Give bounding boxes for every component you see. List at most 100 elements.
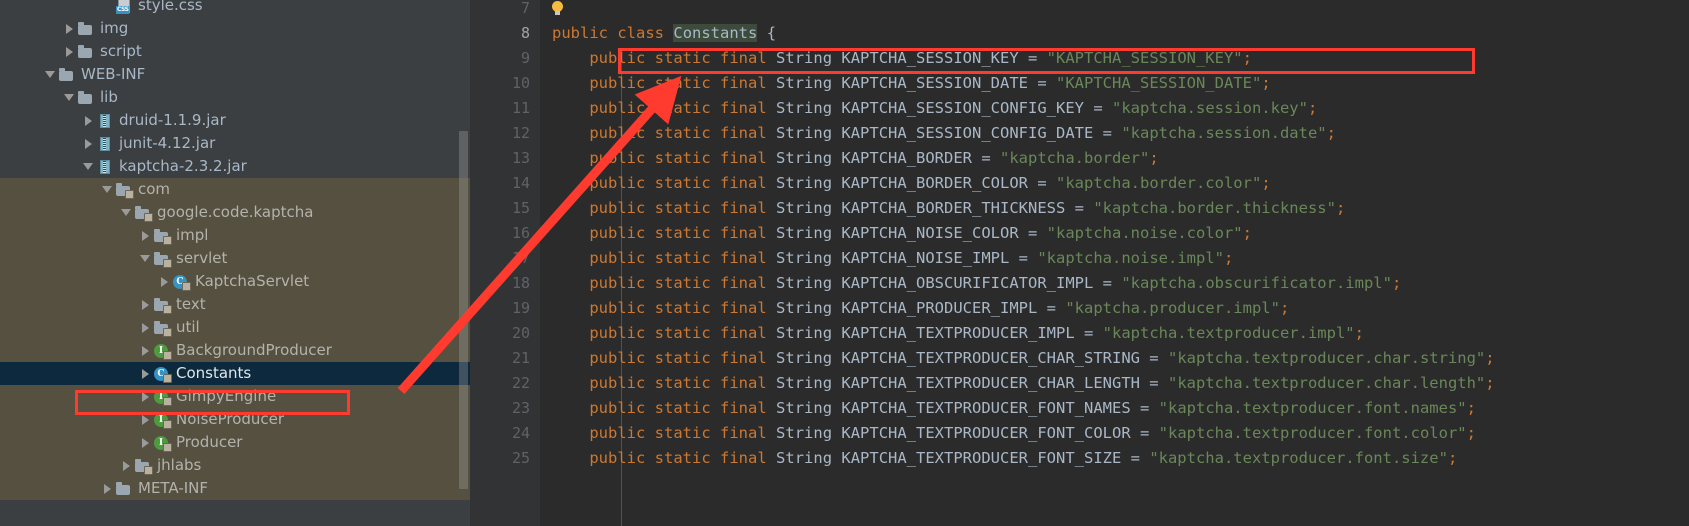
chevron-down-icon[interactable]	[44, 63, 58, 86]
code-line[interactable]: public static final String KAPTCHA_NOISE…	[552, 221, 1252, 246]
line-number: 8	[520, 24, 530, 42]
code-token: static	[654, 324, 711, 342]
code-token: String	[776, 99, 833, 117]
tree-item-util[interactable]: util	[0, 316, 470, 339]
code-token: ;	[1485, 374, 1495, 392]
code-token: ;	[1279, 299, 1290, 317]
tree-item-backgroundproducer[interactable]: BackgroundProducer	[0, 339, 470, 362]
code-token: public	[589, 349, 646, 367]
chevron-right-icon[interactable]	[63, 40, 77, 63]
code-token: String	[776, 74, 833, 92]
tree-item-junit-4-12-jar[interactable]: junit-4.12.jar	[0, 132, 470, 155]
chevron-right-icon[interactable]	[139, 316, 153, 339]
tree-item-constants[interactable]: Constants	[0, 362, 470, 385]
code-line[interactable]: public static final String KAPTCHA_BORDE…	[552, 146, 1159, 171]
chevron-right-icon[interactable]	[139, 224, 153, 247]
interface-icon	[153, 412, 172, 429]
lock-badge-icon	[144, 465, 153, 475]
tree-item-gimpyengine[interactable]: GimpyEngine	[0, 385, 470, 408]
chevron-down-icon[interactable]	[101, 178, 115, 201]
chevron-right-icon[interactable]	[139, 293, 153, 316]
code-token: final	[720, 349, 767, 367]
chevron-right-icon[interactable]	[139, 362, 153, 385]
code-token: ;	[1335, 199, 1346, 217]
chevron-right-icon[interactable]	[82, 132, 96, 155]
tree-item-servlet[interactable]: servlet	[0, 247, 470, 270]
chevron-right-icon[interactable]	[139, 431, 153, 454]
code-token: static	[654, 249, 711, 267]
code-token: final	[720, 124, 767, 142]
code-editor[interactable]: 7 8 9 10 11 12 13 14 15 16 17 18 19 20 21 22 23 24 25 publ…	[470, 0, 1689, 526]
code-line[interactable]: public class Constants {	[552, 21, 776, 46]
chevron-right-icon[interactable]	[101, 477, 115, 500]
tree-item-noiseproducer[interactable]: NoiseProducer	[0, 408, 470, 431]
code-line[interactable]: public static final String KAPTCHA_BORDE…	[552, 196, 1345, 221]
code-token: final	[720, 324, 767, 342]
code-token: "kaptcha.textproducer.font.size"	[1149, 449, 1448, 467]
lock-badge-icon	[163, 442, 172, 452]
code-token: String	[776, 349, 833, 367]
code-line[interactable]: public static final String KAPTCHA_TEXTP…	[552, 446, 1457, 471]
code-token: public	[589, 49, 646, 67]
code-line[interactable]: public static final String KAPTCHA_PRODU…	[552, 296, 1289, 321]
tree-item-google-code-kaptcha[interactable]: google.code.kaptcha	[0, 201, 470, 224]
tree-item-jhlabs[interactable]: jhlabs	[0, 454, 470, 477]
code-line[interactable]: public static final String KAPTCHA_SESSI…	[552, 121, 1336, 146]
code-token: static	[654, 399, 711, 417]
project-tree-panel[interactable]: style.css img script WEB-INF libdruid-1.1.9.…	[0, 0, 470, 526]
tree-item-druid-1-1-9-jar[interactable]: druid-1.1.9.jar	[0, 109, 470, 132]
chevron-down-icon[interactable]	[139, 247, 153, 270]
tree-item-text[interactable]: text	[0, 293, 470, 316]
tree-item-lib[interactable]: lib	[0, 86, 470, 109]
tree-item-script[interactable]: script	[0, 40, 470, 63]
code-token: ;	[1242, 224, 1252, 242]
tree-item-web-inf[interactable]: WEB-INF	[0, 63, 470, 86]
chevron-right-icon[interactable]	[63, 17, 77, 40]
chevron-right-icon[interactable]	[120, 454, 134, 477]
tree-item-kaptcha-2-3-2-jar[interactable]: kaptcha-2.3.2.jar	[0, 155, 470, 178]
code-line[interactable]: public static final String KAPTCHA_TEXTP…	[552, 421, 1476, 446]
code-line[interactable]: public static final String KAPTCHA_SESSI…	[552, 96, 1317, 121]
tree-item-meta-inf[interactable]: META-INF	[0, 477, 470, 500]
code-line[interactable]: public static final String KAPTCHA_SESSI…	[552, 71, 1270, 96]
code-content[interactable]: public class Constants { public static f…	[540, 0, 1689, 526]
project-tree-scrollbar[interactable]	[459, 131, 468, 489]
chevron-down-icon[interactable]	[82, 155, 96, 178]
tree-item-style-css[interactable]: style.css	[0, 0, 470, 17]
code-line[interactable]: public static final String KAPTCHA_NOISE…	[552, 246, 1233, 271]
chevron-down-icon[interactable]	[63, 86, 77, 109]
chevron-right-icon[interactable]	[82, 109, 96, 132]
lock-badge-icon	[163, 258, 172, 268]
code-line[interactable]: public static final String KAPTCHA_TEXTP…	[552, 396, 1476, 421]
chevron-down-icon[interactable]	[120, 201, 134, 224]
chevron-right-icon[interactable]	[139, 385, 153, 408]
code-line[interactable]: public static final String KAPTCHA_OBSCU…	[552, 271, 1401, 296]
tree-item-producer[interactable]: Producer	[0, 431, 470, 454]
code-line[interactable]: public static final String KAPTCHA_SESSI…	[552, 46, 1252, 71]
code-token: "kaptcha.obscurificator.impl"	[1121, 274, 1392, 292]
code-token: ;	[1149, 149, 1159, 167]
tree-item-impl[interactable]: impl	[0, 224, 470, 247]
code-line[interactable]: public static final String KAPTCHA_BORDE…	[552, 171, 1270, 196]
project-tree-list[interactable]: style.css img script WEB-INF libdruid-1.1.9.…	[0, 0, 470, 500]
tree-item-kaptchaservlet[interactable]: KaptchaServlet	[0, 270, 470, 293]
code-line[interactable]: public static final String KAPTCHA_TEXTP…	[552, 371, 1495, 396]
code-line[interactable]: public static final String KAPTCHA_TEXTP…	[552, 346, 1494, 371]
code-token: static	[654, 149, 711, 167]
chevron-right-icon[interactable]	[139, 408, 153, 431]
tree-item-com[interactable]: com	[0, 178, 470, 201]
chevron-right-icon[interactable]	[139, 339, 153, 362]
code-line[interactable]: public static final String KAPTCHA_TEXTP…	[552, 321, 1364, 346]
chevron-right-icon[interactable]	[158, 270, 172, 293]
tree-item-img[interactable]: img	[0, 17, 470, 40]
editor-gutter[interactable]: 7 8 9 10 11 12 13 14 15 16 17 18 19 20 21 22 23 24 25	[470, 0, 540, 526]
